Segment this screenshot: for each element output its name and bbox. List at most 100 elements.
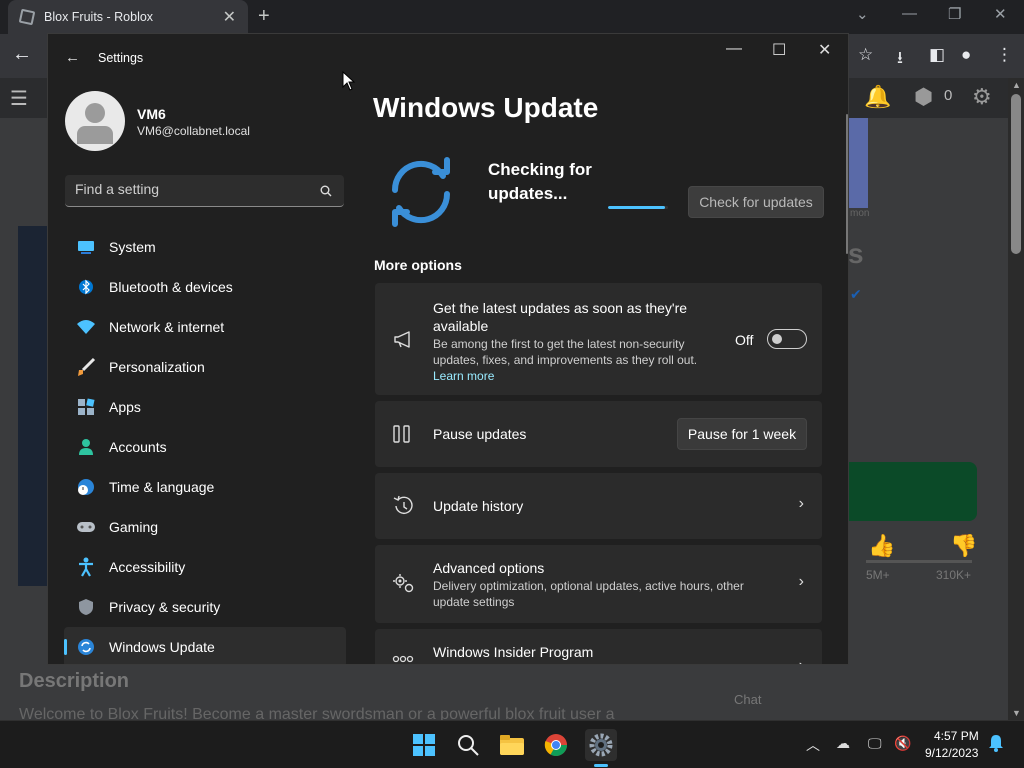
file-explorer-icon[interactable]: [496, 729, 528, 761]
latest-updates-subtitle: Be among the first to get the latest non…: [433, 337, 698, 367]
windows-start-icon[interactable]: [408, 729, 440, 761]
show-hidden-icons-chevron-icon[interactable]: ︿: [806, 735, 820, 755]
settings-gear-icon[interactable]: ⚙: [972, 84, 992, 110]
taskbar-time[interactable]: 4:57 PM: [934, 729, 979, 743]
tab-close-icon[interactable]: ✕: [223, 7, 236, 27]
volume-muted-icon[interactable]: 🔇: [894, 735, 911, 752]
thumbnail-caption: mon: [850, 208, 870, 219]
settings-window-title: Settings: [98, 51, 144, 65]
pause-for-1-week-button[interactable]: Pause for 1 week: [677, 418, 807, 450]
update-status-text: Checking for updates...: [488, 160, 592, 203]
search-box: [65, 175, 344, 207]
nav-item-gaming[interactable]: Gaming: [64, 507, 346, 547]
wifi-icon: [76, 317, 96, 337]
bluetooth-icon: [76, 277, 96, 297]
nav-label: Accessibility: [109, 559, 186, 575]
notification-bell-icon[interactable]: 🔔: [864, 84, 891, 110]
chrome-icon[interactable]: [540, 729, 572, 761]
browser-close-button[interactable]: ✕: [994, 5, 1007, 23]
download-icon[interactable]: ⭳: [897, 45, 903, 74]
toggle-state-label: Off: [735, 332, 754, 348]
find-setting-input[interactable]: [75, 181, 305, 197]
nav-item-windows-update[interactable]: Windows Update: [64, 627, 346, 664]
nav-item-accessibility[interactable]: Accessibility: [64, 547, 346, 587]
nav-item-accounts[interactable]: Accounts: [64, 427, 346, 467]
new-tab-button[interactable]: +: [258, 5, 270, 28]
update-history-card[interactable]: Update history ›: [375, 473, 822, 539]
browser-restore-button[interactable]: ❐: [948, 5, 961, 23]
settings-back-icon[interactable]: ←: [65, 49, 80, 66]
browser-minimize-button[interactable]: —: [902, 5, 917, 22]
scroll-down-icon[interactable]: ▼: [1012, 708, 1021, 718]
search-icon[interactable]: [320, 185, 332, 197]
game-thumbnail[interactable]: [848, 118, 868, 208]
nav-item-network[interactable]: Network & internet: [64, 307, 346, 347]
chat-label[interactable]: Chat: [734, 692, 761, 707]
tab-search-icon[interactable]: ⌄: [856, 5, 869, 23]
nav-label: Windows Update: [109, 639, 215, 655]
settings-icon[interactable]: [585, 729, 617, 761]
learn-more-link[interactable]: Learn more: [433, 369, 494, 383]
megaphone-icon: [394, 331, 410, 348]
scrollbar-thumb[interactable]: [1011, 94, 1021, 254]
nav-item-privacy[interactable]: Privacy & security: [64, 587, 346, 627]
profile-icon[interactable]: ●: [961, 45, 971, 65]
check-for-updates-button[interactable]: Check for updates: [688, 186, 824, 218]
verified-badge-icon: ✔: [850, 286, 862, 302]
pause-icon: [393, 425, 410, 443]
browser-tab-bar: Blox Fruits - Roblox ✕ + ⌄ — ❐ ✕: [0, 0, 1024, 34]
bookmark-star-icon[interactable]: ☆: [858, 45, 873, 65]
update-progress-bar: [608, 206, 668, 209]
robux-icon[interactable]: ⬢: [914, 84, 933, 110]
scroll-up-icon[interactable]: ▲: [1012, 80, 1021, 90]
latest-updates-toggle[interactable]: [767, 329, 807, 349]
brush-icon: [76, 357, 96, 377]
hamburger-menu-icon[interactable]: ☰: [10, 86, 28, 111]
nav-label: Personalization: [109, 359, 205, 375]
advanced-options-card[interactable]: Advanced options Delivery optimization, …: [375, 545, 822, 623]
network-icon[interactable]: 🖵: [868, 735, 882, 752]
browser-tab-title: Blox Fruits - Roblox: [44, 10, 154, 24]
nav-label: Network & internet: [109, 319, 225, 335]
play-button[interactable]: [848, 462, 977, 521]
search-icon[interactable]: [452, 729, 484, 761]
page-title: Windows Update: [373, 92, 599, 123]
roblox-favicon-icon: [18, 8, 36, 26]
taskbar-date[interactable]: 9/12/2023: [925, 746, 978, 760]
chevron-right-icon: ›: [798, 495, 804, 512]
side-panel-icon[interactable]: ◧: [929, 45, 945, 65]
nav-label: Accounts: [109, 439, 167, 455]
browser-menu-icon[interactable]: ⋮: [996, 45, 1013, 65]
user-name: VM6: [137, 106, 166, 122]
nav-label: Gaming: [109, 519, 159, 535]
nav-item-bluetooth[interactable]: Bluetooth & devices: [64, 267, 346, 307]
sync-icon: [391, 157, 451, 227]
nav-item-system[interactable]: System: [64, 227, 346, 267]
taskbar: ︿ ☁ 🖵 🔇 4:57 PM 9/12/2023: [0, 720, 1024, 768]
advanced-options-title: Advanced options: [433, 560, 545, 576]
user-avatar[interactable]: [65, 91, 125, 151]
cloud-status-icon[interactable]: ☁: [836, 735, 850, 752]
thumbs-down-icon[interactable]: 👎: [950, 533, 977, 559]
nav-item-personalization[interactable]: Personalization: [64, 347, 346, 387]
pause-updates-card: Pause updates Pause for 1 week: [375, 401, 822, 467]
browser-tab[interactable]: Blox Fruits - Roblox ✕: [8, 0, 248, 34]
person-icon: [76, 437, 96, 457]
thumbs-up-icon[interactable]: 👍: [868, 533, 895, 559]
windows-insider-card[interactable]: Windows Insider Program ›: [375, 629, 822, 664]
vote-ratio-bar: [866, 560, 972, 563]
windows-insider-title: Windows Insider Program: [433, 644, 594, 660]
nav-item-time-language[interactable]: Time & language: [64, 467, 346, 507]
game-image: [18, 226, 48, 586]
nav-label: Privacy & security: [109, 599, 221, 615]
downvote-count: 310K+: [936, 568, 972, 582]
notification-bell-icon[interactable]: [988, 734, 1004, 752]
settings-scrollbar[interactable]: [846, 114, 848, 254]
browser-back-icon[interactable]: ←: [12, 43, 32, 66]
nav-item-apps[interactable]: Apps: [64, 387, 346, 427]
settings-main-pane: Windows Update Checking for updates... C…: [373, 34, 848, 664]
latest-updates-title: Get the latest updates as soon as they'r…: [433, 300, 688, 334]
latest-updates-card: Get the latest updates as soon as they'r…: [375, 283, 822, 395]
shield-icon: [76, 597, 96, 617]
page-scrollbar[interactable]: ▲ ▼: [1008, 78, 1024, 720]
